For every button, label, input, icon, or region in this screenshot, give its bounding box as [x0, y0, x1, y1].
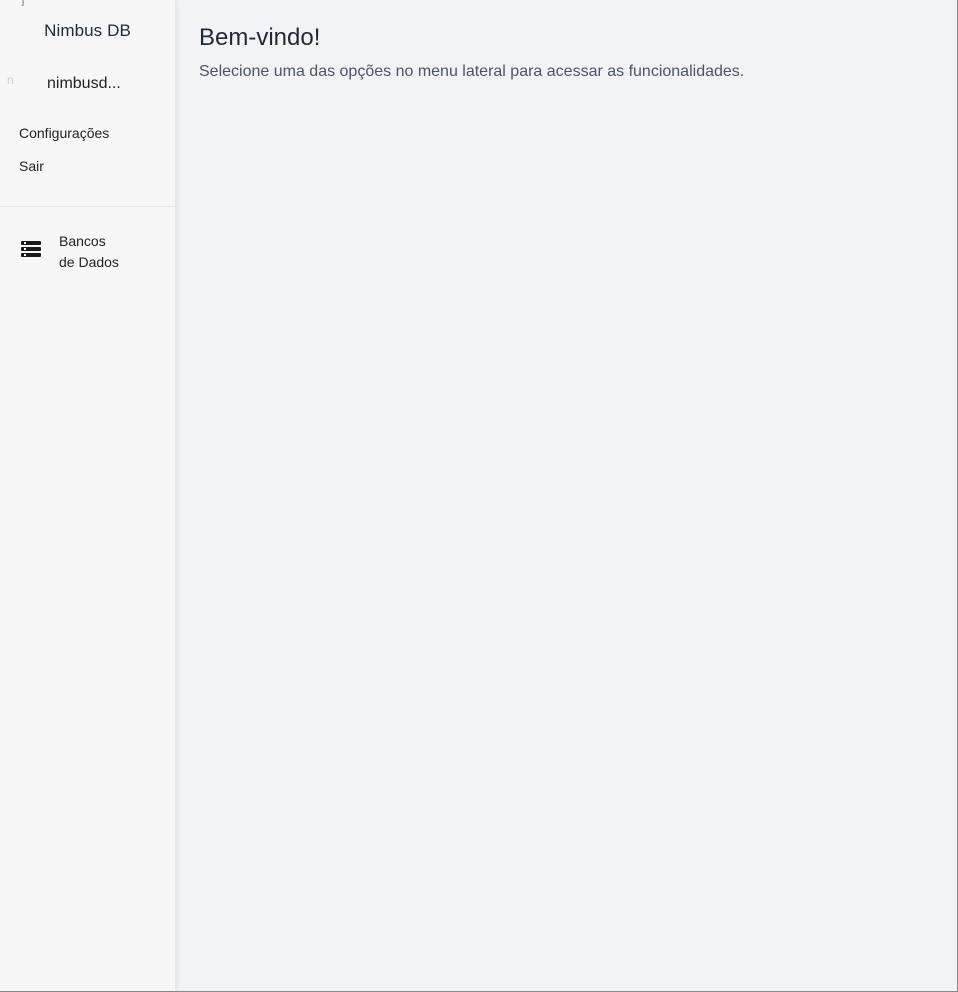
sidebar-item-databases[interactable]: Bancos de Dados: [0, 228, 175, 274]
database-icon: [21, 241, 41, 259]
page-subtitle: Selecione uma das opções no menu lateral…: [199, 63, 745, 80]
sidebar: ĵ Nimbus DB n nimbusd... Configurações S…: [0, 0, 175, 991]
brand-title: Nimbus DB: [44, 21, 131, 40]
username-label: nimbusd...: [47, 75, 121, 92]
page-title: Bem-vindo!: [199, 24, 321, 51]
app-window: ĵ Nimbus DB n nimbusd... Configurações S…: [0, 0, 958, 992]
corner-mark: ĵ: [22, 0, 25, 7]
sidebar-divider: [0, 206, 175, 207]
settings-link[interactable]: Configurações: [19, 125, 109, 141]
user-avatar: n: [7, 73, 14, 87]
sidebar-item-label-line1: Bancos: [59, 233, 106, 249]
logout-link[interactable]: Sair: [19, 158, 44, 174]
sidebar-item-label-line2: de Dados: [59, 254, 119, 270]
sidebar-item-label: Bancos de Dados: [59, 231, 119, 273]
